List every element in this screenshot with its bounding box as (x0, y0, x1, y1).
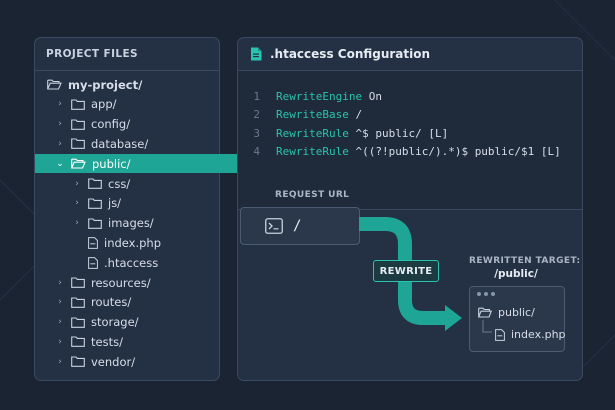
file-tree-label: app/ (91, 97, 117, 112)
file-tree-item[interactable]: › css/ (35, 174, 255, 193)
file-tree-label: vendor/ (91, 354, 136, 369)
directive-args: ^$ public/ [L] (348, 126, 449, 140)
project-files-panel: PROJECT FILES my-project/› app/› config/› d… (34, 37, 238, 381)
file-tree-label: css/ (108, 176, 131, 191)
chevron-right-icon[interactable]: › (54, 119, 66, 129)
folder-open-icon (71, 158, 86, 169)
directive-keyword: RewriteBase (276, 108, 349, 121)
directive-args: / (348, 108, 363, 121)
rewritten-target-label: REWRITTEN TARGET: (469, 256, 581, 266)
folder-icon (71, 317, 85, 328)
file-tree-item[interactable]: › resources/ (35, 273, 238, 292)
file-tree-item[interactable]: › js/ (35, 194, 255, 213)
folder-icon (71, 99, 85, 110)
folder-icon (71, 277, 85, 288)
file-tree-label: database/ (91, 136, 149, 151)
chevron-right-icon[interactable]: › (54, 99, 66, 109)
chevron-right-icon[interactable]: › (54, 297, 66, 307)
config-panel-header: .htaccess Configuration (238, 38, 582, 71)
file-tree-item[interactable]: › vendor/ (35, 352, 238, 371)
line-number: 3 (253, 126, 260, 140)
directive-keyword: RewriteEngine (276, 89, 363, 103)
document-icon (251, 47, 262, 61)
file-tree-item[interactable]: › storage/ (35, 313, 238, 332)
terminal-icon (265, 218, 283, 234)
file-tree-label: js/ (108, 196, 122, 211)
file-tree-item[interactable]: › database/ (35, 134, 238, 153)
chevron-right-icon[interactable]: › (54, 337, 66, 347)
folder-icon (88, 178, 102, 189)
file-tree-label: images/ (108, 216, 154, 231)
target-folder-label: public/ (498, 306, 535, 319)
chevron-right-icon[interactable]: › (54, 139, 66, 149)
chevron-right-icon[interactable]: › (54, 317, 66, 327)
php-file-icon (495, 328, 505, 341)
file-tree-item[interactable]: ⌄ public/ (35, 154, 238, 174)
folder-icon (88, 218, 102, 229)
file-tree-label: resources/ (91, 275, 151, 290)
chevron-right-icon[interactable]: › (54, 357, 66, 367)
folder-open-icon (478, 307, 492, 318)
file-tree-label: .htaccess (104, 255, 159, 270)
file-tree-label: config/ (91, 117, 131, 132)
file-tree-item[interactable]: › config/ (35, 115, 238, 134)
folder-icon (88, 198, 102, 209)
directive-args: ^((?!public/).*)$ public/$1 [L] (348, 145, 561, 158)
file-tree-item[interactable]: › images/ (35, 214, 255, 233)
tree-connector (482, 320, 492, 333)
file-tree-label: storage/ (91, 315, 139, 330)
chevron-right-icon[interactable]: › (71, 198, 83, 208)
line-number: 1 (253, 89, 260, 103)
file-tree-item[interactable]: › app/ (35, 95, 238, 114)
file-icon (88, 236, 98, 249)
folder-open-icon (47, 79, 62, 90)
file-tree-item[interactable]: › routes/ (35, 293, 238, 312)
folder-icon (71, 336, 85, 348)
file-icon (88, 256, 98, 269)
file-tree-item[interactable]: index.php (35, 233, 255, 252)
file-tree-label: routes/ (91, 295, 132, 310)
request-url-value: / (293, 218, 302, 234)
target-folder-row: public/ (478, 306, 535, 319)
target-file-row: index.php (495, 328, 566, 341)
folder-icon (71, 138, 85, 150)
code-line: 1 RewriteEngine On (238, 87, 382, 105)
line-number: 2 (253, 108, 260, 121)
request-url-label: REQUEST URL (275, 190, 350, 200)
file-tree-label: public/ (92, 156, 131, 171)
project-files-title: PROJECT FILES (35, 38, 219, 71)
directive-keyword: RewriteRule (276, 126, 349, 140)
folder-icon (71, 119, 85, 130)
rewritten-target-window: public/ index.php (469, 286, 566, 352)
code-line: 4 RewriteRule ^((?!public/).*)$ public/$1… (238, 143, 561, 161)
request-url-box: / (240, 207, 360, 245)
window-dots (477, 292, 495, 296)
code-line: 2 RewriteBase / (238, 106, 362, 124)
chevron-right-icon[interactable]: › (71, 218, 83, 228)
rewritten-target-path: /public/ (494, 268, 538, 280)
chevron-right-icon[interactable]: › (54, 278, 66, 288)
target-file-label: index.php (511, 328, 566, 341)
rewrite-badge: REWRITE (373, 260, 439, 282)
file-tree-label: my-project/ (68, 77, 143, 92)
directive-args: On (362, 89, 382, 103)
chevron-right-icon[interactable]: › (71, 179, 83, 189)
file-tree-label: tests/ (91, 334, 123, 349)
directive-keyword: RewriteRule (276, 145, 349, 158)
folder-icon (71, 297, 85, 308)
file-tree-item[interactable]: my-project/ (35, 75, 231, 94)
config-panel-title: .htaccess Configuration (270, 47, 431, 61)
chevron-down-icon[interactable]: ⌄ (54, 159, 66, 169)
file-tree-label: index.php (104, 235, 162, 250)
file-tree-item[interactable]: .htaccess (35, 253, 255, 272)
line-number: 4 (253, 145, 260, 158)
code-line: 3 RewriteRule ^$ public/ [L] (238, 124, 448, 142)
folder-icon (71, 356, 85, 368)
file-tree-item[interactable]: › tests/ (35, 332, 238, 351)
